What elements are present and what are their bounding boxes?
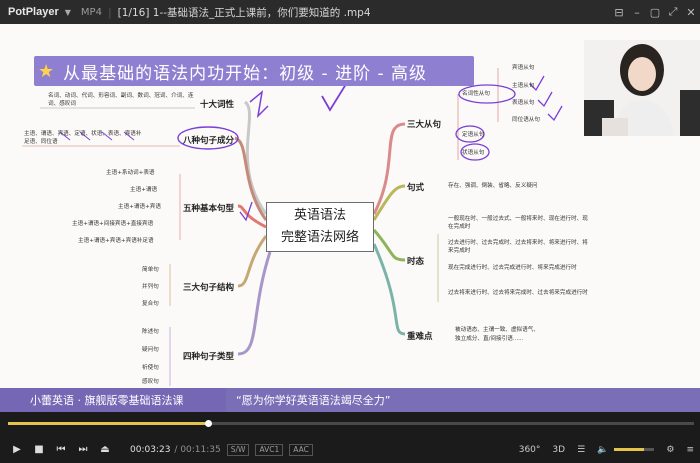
tag-sw[interactable]: S/W [226, 443, 250, 456]
slide-banner: ★ 从最基础的语法内功开始：初级 - 进阶 - 高级 [34, 56, 474, 86]
noun-clause-item: 宾语从句 [512, 65, 535, 71]
components-detail-2: 足语、同位语 [24, 139, 58, 145]
noun-clause-item: 同位语从句 [512, 117, 540, 123]
speaker-icon[interactable]: 🔈 [597, 445, 608, 455]
pattern-item: 主语+谓语+宾语+宾语补足语 [78, 238, 154, 244]
type-item: 祈使句 [142, 365, 159, 371]
control-bar: ▶ ■ ⏮ ⏭ ⏏ 00:03:23 / 00:11:35 S/W AVC1 A… [0, 436, 700, 463]
format-label: MP4 [80, 6, 102, 18]
seek-track[interactable] [8, 422, 694, 425]
structure-item: 复合句 [142, 301, 159, 307]
banner-text: 从最基础的语法内功开始：初级 - 进阶 - 高级 [63, 63, 428, 84]
pattern-detail: 存在、强调、倒装、省略、反义疑问 [448, 183, 538, 189]
star-icon: ★ [38, 60, 56, 82]
right-controls: 360° 3D ☰ 🔈 ⚙ ≡ [507, 436, 694, 463]
structure-item: 简单句 [142, 267, 159, 273]
tense-item: 现在完成进行时、过去完成进行时、将来完成进行时 [448, 265, 577, 271]
key-points-detail-2: 独立成分、直/间接引语...... [455, 336, 524, 342]
pattern-item: 主语+系动词+表语 [106, 170, 155, 176]
minimize-icon[interactable]: – [628, 6, 646, 19]
pattern-item: 主语+谓语+间接宾语+直接宾语 [72, 221, 154, 227]
type-item: 疑问句 [142, 347, 159, 353]
parts-of-speech-detail: 名词、动词、代词、形容词、副词、数词、冠词、介词、连词、感叹词 [48, 93, 194, 107]
presenter-figure [584, 40, 700, 136]
fullscreen-icon[interactable]: ⤢ [664, 5, 682, 19]
seek-knob[interactable] [205, 420, 213, 427]
adverbial-clause: 状语从句 [462, 150, 485, 156]
maximize-icon[interactable]: ▢ [646, 6, 664, 19]
pattern-item: 主语+谓语+宾语 [118, 204, 161, 210]
branch-basic-patterns: 五种基本句型 [183, 204, 235, 214]
seek-progress [8, 422, 209, 425]
tag-audio-codec[interactable]: AAC [289, 443, 313, 456]
type-item: 陈述句 [142, 329, 159, 335]
volume-slider[interactable] [614, 448, 655, 451]
current-time: 00:03:23 [130, 444, 171, 455]
stop-icon[interactable]: ■ [28, 444, 50, 455]
tag-video-codec[interactable]: AVC1 [255, 443, 284, 456]
seek-bar[interactable] [0, 412, 700, 436]
noun-clause-item: 表语从句 [512, 100, 535, 106]
duration: / 00:11:35 [174, 444, 221, 455]
tense-item: 一般现在时、一般过去式、一般将来时、现在进行时、现在完成时 [448, 216, 588, 230]
branch-sentence-components: 八种句子成分 [183, 136, 235, 146]
caption-left: 小蕾英语 · 旗舰版零基础语法课 [0, 388, 226, 412]
branch-sentence-types: 四种句子类型 [183, 352, 235, 362]
mindmap-center-node: 英语语法 完整语法网络 [266, 202, 374, 252]
pattern-item: 主语+谓语 [130, 187, 158, 193]
playlist-icon[interactable]: ☰ [577, 445, 585, 455]
noun-clause-item: 主语从句 [512, 83, 535, 89]
volume-level [614, 448, 645, 451]
3d-button[interactable]: 3D [552, 445, 565, 455]
caption-bar: 小蕾英语 · 旗舰版零基础语法课 “愿为你学好英语语法竭尽全力” [0, 388, 700, 412]
components-detail-1: 主语、谓语、宾语、定语、状语、表语、宾语补 [24, 131, 142, 137]
center-line-1: 英语语法 [293, 208, 346, 223]
video-area[interactable]: ★ 从最基础的语法内功开始：初级 - 进阶 - 高级 英语语法 完整语法网络 十… [0, 24, 700, 412]
center-line-2: 完整语法网络 [280, 230, 359, 245]
previous-icon[interactable]: ⏮ [50, 444, 72, 455]
app-logo[interactable]: PotPlayer [0, 6, 59, 18]
title-separator: | [107, 5, 112, 19]
caption-right: “愿为你学好英语语法竭尽全力” [236, 394, 391, 407]
play-icon[interactable]: ▶ [6, 444, 28, 455]
eject-icon[interactable]: ⏏ [94, 444, 116, 455]
window-controls: ⊟ – ▢ ⤢ ✕ [610, 0, 700, 24]
branch-tenses: 时态 [407, 257, 425, 267]
title-bar: PotPlayer ▼ MP4 | [1/16] 1--基础语法_正式上课前，你… [0, 0, 700, 24]
webcam-overlay [584, 40, 700, 136]
attributive-clause: 定语从句 [462, 132, 485, 138]
tense-item: 过去进行时、过去完成时、过去将来时、将来进行时、将来完成时 [448, 240, 588, 254]
noun-clause: 名词性从句 [462, 91, 490, 97]
type-item: 感叹句 [142, 379, 159, 385]
close-icon[interactable]: ✕ [682, 6, 700, 19]
pin-icon[interactable]: ⊟ [610, 6, 628, 19]
branch-sentence-patterns: 句式 [407, 183, 425, 193]
branch-clauses: 三大从句 [407, 120, 442, 130]
branch-key-points: 重难点 [407, 332, 433, 342]
settings-icon[interactable]: ⚙ [666, 445, 674, 455]
branch-parts-of-speech: 十大词性 [200, 100, 235, 110]
key-points-detail-1: 被动语态、主谓一致、虚拟语气、 [455, 327, 539, 333]
branch-sentence-structures: 三大句子结构 [183, 283, 235, 293]
vr360-button[interactable]: 360° [519, 445, 541, 455]
structure-item: 并列句 [142, 284, 159, 290]
menu-caret-icon[interactable]: ▼ [65, 8, 71, 17]
menu-icon[interactable]: ≡ [686, 445, 694, 455]
next-icon[interactable]: ⏭ [72, 444, 94, 455]
tense-item: 过去将来进行时、过去将来完成时、过去将来完成进行时 [448, 290, 588, 296]
window-title: [1/16] 1--基础语法_正式上课前，你们要知道的 .mp4 [117, 6, 371, 19]
